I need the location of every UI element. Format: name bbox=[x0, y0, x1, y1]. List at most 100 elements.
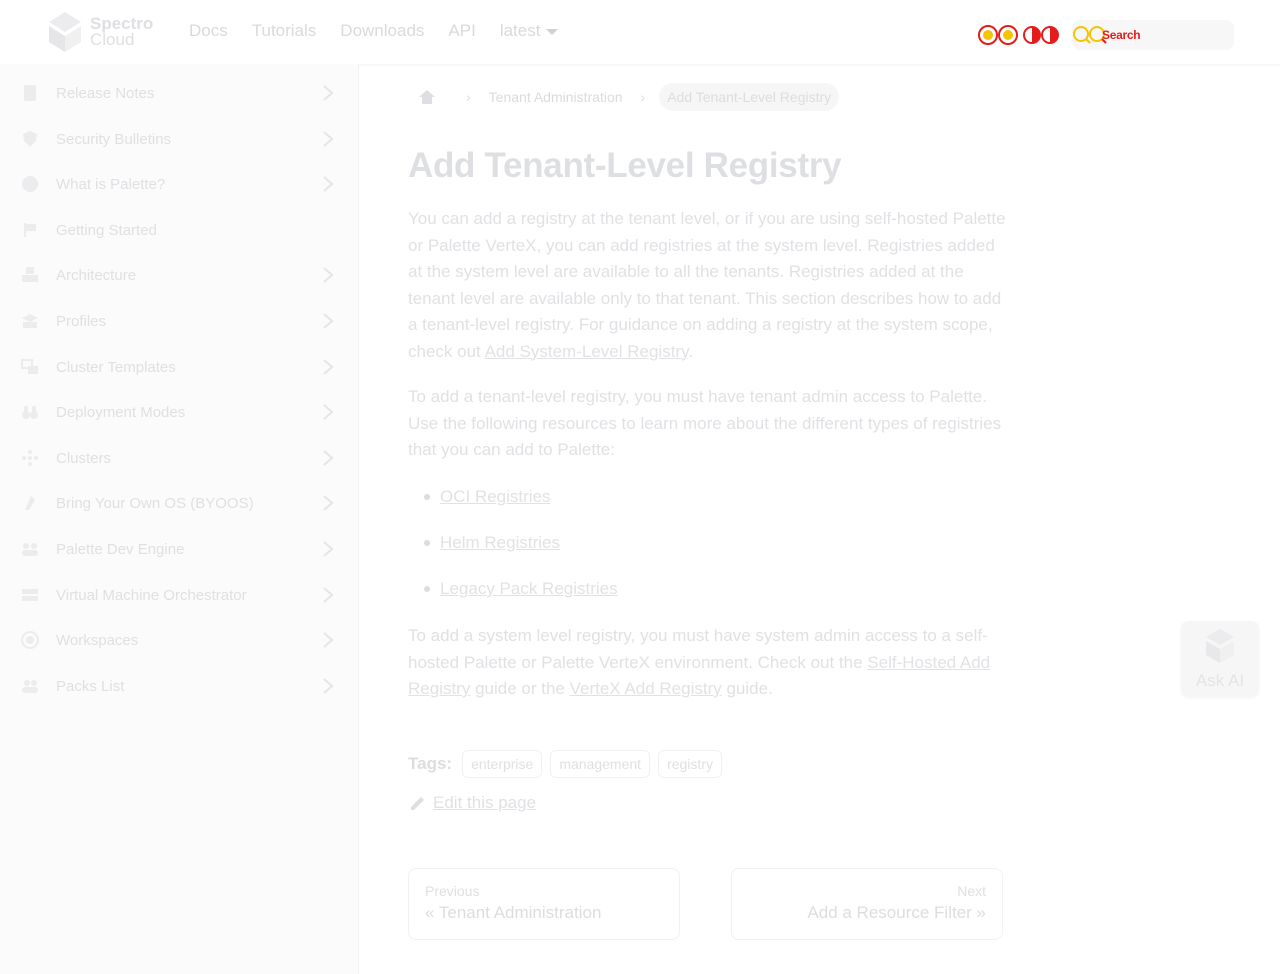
system-level-mid: guide or the bbox=[470, 679, 570, 698]
nav-links: Docs Tutorials Downloads API latest bbox=[189, 20, 582, 42]
tags-row: Tags: enterprise management registry bbox=[408, 750, 730, 778]
breadcrumb-separator: › bbox=[466, 89, 471, 105]
chevron-right-icon[interactable] bbox=[322, 358, 334, 376]
intro-text: You can add a registry at the tenant lev… bbox=[408, 209, 1006, 361]
breadcrumb-separator: › bbox=[640, 89, 646, 105]
list-item: Legacy Pack Registries bbox=[408, 576, 618, 622]
sidebar-item-architecture[interactable]: Architecture bbox=[0, 252, 358, 298]
vertex-add-registry-link[interactable]: VerteX Add Registry bbox=[570, 679, 722, 698]
helm-registries-link[interactable]: Helm Registries bbox=[440, 533, 560, 552]
chevron-right-icon[interactable] bbox=[322, 449, 334, 467]
sidebar-item-profiles[interactable]: Profiles bbox=[0, 298, 358, 344]
edit-page-link[interactable]: Edit this page bbox=[408, 793, 536, 813]
chevron-right-icon[interactable] bbox=[322, 677, 334, 695]
chevron-right-icon[interactable] bbox=[322, 494, 334, 512]
home-icon[interactable] bbox=[418, 88, 436, 106]
previous-page-card[interactable]: Previous « Tenant Administration bbox=[408, 868, 680, 940]
search-button[interactable]: Search bbox=[1072, 20, 1234, 50]
sidebar-item-clusters[interactable]: Clusters bbox=[0, 435, 358, 481]
palette-icon bbox=[22, 176, 38, 192]
system-level-end: guide. bbox=[721, 679, 773, 698]
sidebar-item-packs-list[interactable]: Packs List bbox=[0, 663, 358, 709]
sidebar-item-cluster-templates[interactable]: Cluster Templates bbox=[0, 344, 358, 390]
sidebar-item-release-notes[interactable]: Release Notes bbox=[0, 70, 358, 116]
list-item: Helm Registries bbox=[408, 530, 618, 576]
sidebar-item-label: Release Notes bbox=[56, 84, 155, 102]
sidebar-item-vm-orchestrator[interactable]: Virtual Machine Orchestrator bbox=[0, 572, 358, 618]
brand-logo[interactable]: Spectro Cloud bbox=[46, 12, 153, 52]
ask-ai-label: Ask AI bbox=[1195, 671, 1245, 690]
tags-label: Tags: bbox=[408, 754, 453, 773]
tag-management[interactable]: management bbox=[550, 750, 651, 778]
sidebar-item-label: Deployment Modes bbox=[56, 403, 186, 421]
sidebar-item-label: Workspaces bbox=[56, 631, 139, 649]
intro-paragraph: You can add a registry at the tenant lev… bbox=[408, 206, 1006, 365]
next-title: Add a Resource Filter » bbox=[807, 903, 986, 922]
chevron-right-icon[interactable] bbox=[322, 586, 334, 604]
chevron-right-icon[interactable] bbox=[322, 266, 334, 284]
sidebar-item-what-is-palette[interactable]: What is Palette? bbox=[0, 161, 358, 207]
breadcrumb-parent[interactable]: Tenant Administration bbox=[489, 89, 623, 105]
binoculars-icon bbox=[22, 406, 38, 419]
tag-registry[interactable]: registry bbox=[658, 750, 722, 778]
ask-ai-button[interactable]: Ask AI bbox=[1181, 621, 1259, 697]
previous-title: « Tenant Administration bbox=[425, 903, 602, 922]
oci-registries-link[interactable]: OCI Registries bbox=[440, 487, 551, 506]
chevron-right-icon[interactable] bbox=[322, 130, 334, 148]
chevron-right-icon[interactable] bbox=[322, 84, 334, 102]
sidebar-item-deployment-modes[interactable]: Deployment Modes bbox=[0, 389, 358, 435]
sidebar-item-label: What is Palette? bbox=[56, 175, 166, 193]
registry-types-list: OCI Registries Helm Registries Legacy Pa… bbox=[408, 484, 618, 622]
brand-text: Spectro Cloud bbox=[90, 15, 153, 48]
server-icon bbox=[22, 589, 38, 601]
nav-docs[interactable]: Docs bbox=[189, 20, 228, 42]
chevron-right-icon[interactable] bbox=[322, 540, 334, 558]
cubes-icon bbox=[22, 267, 38, 282]
intro-end: . bbox=[688, 341, 694, 361]
pencil-icon bbox=[411, 797, 424, 810]
nodes-icon bbox=[22, 450, 38, 466]
sidebar-item-label: Palette Dev Engine bbox=[56, 540, 185, 558]
sidebar-item-label: Profiles bbox=[56, 312, 107, 330]
add-system-level-registry-link[interactable]: Add System-Level Registry bbox=[485, 342, 689, 361]
nav-tutorials[interactable]: Tutorials bbox=[252, 20, 317, 42]
flag-icon bbox=[24, 223, 36, 237]
theme-toggle-icon[interactable] bbox=[1022, 23, 1062, 47]
previous-label: Previous bbox=[425, 883, 480, 899]
system-level-paragraph: To add a system level registry, you must… bbox=[408, 623, 1006, 703]
sidebar-item-label: Virtual Machine Orchestrator bbox=[56, 586, 247, 604]
sidebar-item-workspaces[interactable]: Workspaces bbox=[0, 617, 358, 663]
next-page-card[interactable]: Next Add a Resource Filter » bbox=[731, 868, 1003, 940]
chevron-right-icon[interactable] bbox=[322, 312, 334, 330]
sidebar-item-label: Architecture bbox=[56, 266, 137, 284]
document-icon bbox=[24, 85, 36, 101]
sidebar-item-label: Clusters bbox=[56, 449, 112, 467]
breadcrumb-current: Add Tenant-Level Registry bbox=[659, 83, 840, 111]
navbar-right: Search bbox=[978, 20, 1234, 50]
sidebar-item-security-bulletins[interactable]: Security Bulletins bbox=[0, 116, 358, 162]
globe-icon bbox=[21, 631, 39, 649]
version-dropdown[interactable]: latest bbox=[500, 20, 559, 42]
sidebar-item-label: Cluster Templates bbox=[56, 358, 176, 376]
tag-enterprise[interactable]: enterprise bbox=[462, 750, 543, 778]
version-label: latest bbox=[499, 21, 541, 40]
sidebar-item-label: Getting Started bbox=[56, 221, 157, 239]
spectro-cloud-logo-icon bbox=[49, 12, 81, 52]
chevron-right-icon[interactable] bbox=[322, 175, 334, 193]
search-label: Search bbox=[1102, 28, 1141, 42]
nav-api[interactable]: API bbox=[448, 20, 475, 42]
spectro-cloud-logo-icon bbox=[1206, 629, 1234, 663]
sidebar-item-label: Security Bulletins bbox=[56, 130, 172, 148]
chevron-right-icon[interactable] bbox=[322, 403, 334, 421]
top-navbar: Spectro Cloud Docs Tutorials Downloads A… bbox=[0, 0, 1280, 64]
chevron-right-icon[interactable] bbox=[322, 631, 334, 649]
page-title: Add Tenant-Level Registry bbox=[408, 146, 842, 185]
people-icon bbox=[22, 680, 38, 693]
legacy-pack-registries-link[interactable]: Legacy Pack Registries bbox=[440, 579, 618, 598]
sidebar-item-byoos[interactable]: Bring Your Own OS (BYOOS) bbox=[0, 480, 358, 526]
github-icon[interactable] bbox=[978, 23, 1022, 47]
nav-downloads[interactable]: Downloads bbox=[340, 20, 424, 42]
templates-icon bbox=[21, 359, 38, 374]
sidebar-item-getting-started[interactable]: Getting Started bbox=[0, 207, 358, 253]
sidebar-item-palette-dev-engine[interactable]: Palette Dev Engine bbox=[0, 526, 358, 572]
